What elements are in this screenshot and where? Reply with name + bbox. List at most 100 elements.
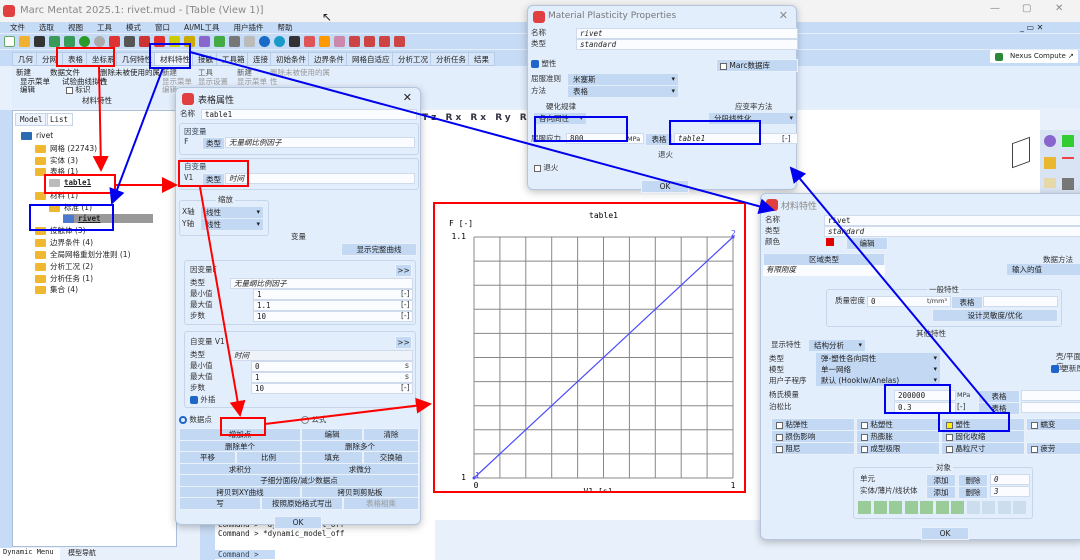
check2-icon[interactable]	[364, 36, 375, 47]
cursor-icon[interactable]	[319, 36, 330, 47]
density-table-field[interactable]	[983, 296, 1058, 307]
tab-material-properties[interactable]: 材料特性	[154, 52, 196, 66]
dep-type-button[interactable]: 类型	[202, 137, 225, 150]
x-axis-scale-select[interactable]: 线性	[201, 207, 263, 218]
sheet-icon[interactable]	[1044, 178, 1056, 188]
tree-item[interactable]: 网格 (22743)	[35, 143, 97, 154]
tab-model-navigator[interactable]: 模型导航	[60, 548, 105, 560]
pick-icon[interactable]	[199, 36, 210, 47]
show-full-curve-button[interactable]: 显示完整曲线	[341, 243, 417, 256]
property-toggle[interactable]: 晶粒尺寸	[941, 442, 1025, 455]
strain-rate-select[interactable]: 分段线性化	[709, 113, 796, 124]
cloud-icon[interactable]	[259, 36, 270, 47]
command-prompt[interactable]: Command >	[215, 550, 275, 559]
dep-expand-button[interactable]: >>	[395, 264, 412, 277]
tab-list[interactable]: List	[45, 113, 74, 126]
ribbon-mark[interactable]: 标识	[66, 85, 90, 94]
selection-filter-icon[interactable]	[858, 501, 871, 514]
design-sensitivity-button[interactable]: 设计灵敏度/优化	[932, 309, 1058, 322]
property-toggle[interactable]: 成型极限	[856, 442, 940, 455]
ribbon-delete-unused[interactable]: 删除未被使用的属性	[100, 68, 160, 86]
radio-formula[interactable]: 公式	[301, 415, 326, 425]
maximize-button[interactable]: ▢	[1022, 3, 1031, 14]
ribbon-show-menu-3[interactable]: 显示菜单	[237, 77, 267, 86]
import-icon[interactable]	[49, 36, 60, 47]
tree-item[interactable]: 全局网格重划分准则 (1)	[35, 249, 131, 260]
tab-model[interactable]: Model	[15, 113, 48, 126]
dimension-icon[interactable]	[139, 36, 150, 47]
tab-toolbox[interactable]: 工具箱	[216, 52, 251, 66]
ribbon-edit[interactable]: 编辑	[20, 85, 35, 94]
ribbon-new[interactable]: 新建	[16, 68, 31, 77]
table-action-button[interactable]: 按照原始格式写出	[261, 497, 343, 510]
plasticity-checkbox[interactable]: 塑性	[531, 59, 556, 69]
name-field[interactable]: rivet	[824, 215, 1080, 226]
selection-filter-icon[interactable]	[966, 501, 980, 514]
method-select[interactable]: 表格	[568, 86, 678, 97]
material-type-select[interactable]: 弹-塑性各向同性	[816, 353, 940, 364]
fit-icon[interactable]	[169, 36, 180, 47]
ribbon-datafile[interactable]: 数据文件	[50, 68, 80, 77]
tree-item[interactable]: table1	[49, 178, 91, 188]
calculator-icon[interactable]	[304, 36, 315, 47]
tree-item[interactable]: 边界条件 (4)	[35, 237, 93, 248]
ribbon-tools[interactable]: 工具	[198, 68, 213, 77]
property-toggle[interactable]: 阻尼	[771, 442, 855, 455]
close-button[interactable]: ✕	[1055, 3, 1063, 14]
marc-database-button[interactable]: Marc数据库	[716, 59, 798, 72]
mark-checkbox[interactable]	[66, 86, 73, 94]
flag-icon[interactable]	[379, 36, 390, 47]
update-checkbox[interactable]: 更新厚	[1051, 364, 1080, 374]
cylinder-icon[interactable]	[1062, 178, 1074, 190]
tree-item[interactable]: 标准 (1)	[49, 202, 92, 213]
new-file-icon[interactable]	[4, 36, 15, 47]
radio-data-points[interactable]: 数据点	[179, 415, 212, 425]
poisson-table-button[interactable]: 表格	[978, 402, 1020, 415]
menu-view[interactable]: 视图	[68, 22, 83, 33]
extrapolate-checkbox[interactable]: 外插	[190, 395, 215, 405]
light-icon[interactable]	[244, 36, 255, 47]
angle-icon[interactable]	[154, 36, 165, 47]
tab-results[interactable]: 结果	[468, 52, 495, 66]
tab-geometric-properties[interactable]: 几何特性	[116, 52, 158, 66]
data-method-select[interactable]: 输入的值	[1007, 264, 1080, 275]
tree-item[interactable]: 接触体 (3)	[35, 225, 86, 236]
table-action-button[interactable]: 写	[179, 497, 261, 510]
refresh-icon[interactable]	[109, 36, 120, 47]
tab-loadcases[interactable]: 分析工况	[392, 52, 434, 66]
close-icon[interactable]: ✕	[779, 9, 788, 22]
undo-icon[interactable]	[79, 36, 90, 47]
menu-plugins[interactable]: 用户插件	[234, 22, 264, 33]
add-solids-button[interactable]: 添加	[926, 486, 956, 499]
arc-icon[interactable]	[1062, 157, 1074, 169]
flag2-icon[interactable]	[394, 36, 405, 47]
selection-filter-icon[interactable]	[873, 501, 887, 514]
check-icon[interactable]	[349, 36, 360, 47]
youngs-table-field[interactable]	[1021, 390, 1080, 401]
tab-dynamic-menu[interactable]: Dynamic Menu	[0, 548, 60, 560]
tab-boundary-conditions[interactable]: 边界条件	[308, 52, 350, 66]
edit-color-button[interactable]: 编辑	[846, 237, 888, 250]
color-swatch[interactable]	[826, 238, 834, 246]
hardening-select[interactable]: 各向同性	[534, 113, 586, 124]
selection-filter-icon[interactable]	[997, 501, 1011, 514]
dep-max-field[interactable]: 1.1	[253, 300, 413, 311]
tab-geometry[interactable]: 几何	[12, 52, 39, 66]
ribbon-show-settings[interactable]: 显示设置	[198, 77, 228, 86]
cloud2-icon[interactable]	[274, 36, 285, 47]
yield-table-field[interactable]: table1	[674, 133, 798, 144]
remove-solids-button[interactable]: 删除	[958, 486, 988, 499]
menu-aiml[interactable]: AI/ML工具	[184, 22, 220, 33]
selection-filter-icon[interactable]	[889, 501, 902, 514]
indep-type-button[interactable]: 类型	[202, 173, 225, 186]
tree-item[interactable]: 分析工况 (2)	[35, 261, 93, 272]
mdi-window-controls[interactable]: _ ▭ ✕	[1020, 23, 1043, 32]
yield-criterion-select[interactable]: 米塞斯	[568, 74, 678, 85]
yield-table-button[interactable]: 表格	[645, 133, 673, 146]
save-icon[interactable]	[34, 36, 45, 47]
selection-filter-icon[interactable]	[935, 501, 949, 514]
grid-icon[interactable]	[124, 36, 135, 47]
tree-item[interactable]: 实体 (3)	[35, 155, 78, 166]
selection-filter-icon[interactable]	[1013, 501, 1026, 514]
minimize-button[interactable]: —	[990, 3, 1000, 14]
